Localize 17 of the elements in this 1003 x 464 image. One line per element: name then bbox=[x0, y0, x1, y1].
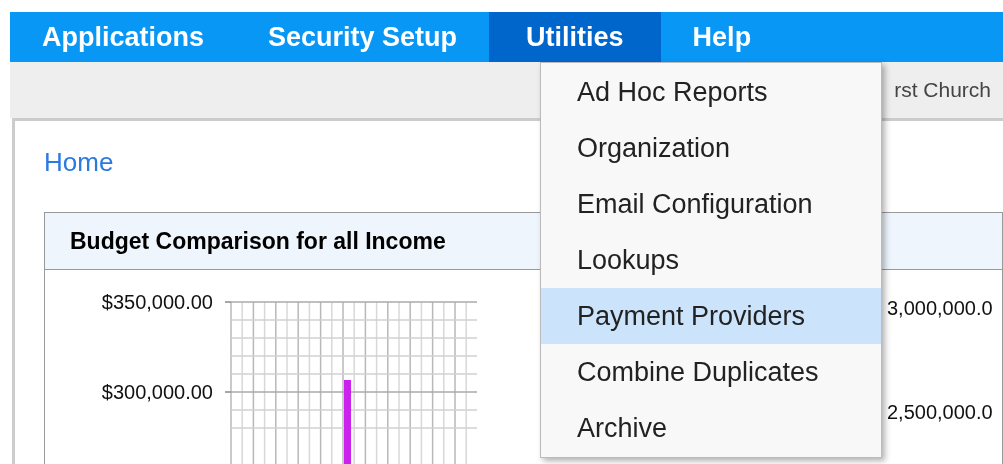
y-axis-label: 2,500,000.0 bbox=[887, 402, 993, 422]
menu-item[interactable]: Email Configuration bbox=[541, 176, 881, 232]
menu-item[interactable]: Ad Hoc Reports bbox=[541, 64, 881, 120]
card-title: Budget Comparison for all Income bbox=[70, 226, 446, 256]
tick-mark bbox=[224, 391, 232, 393]
home-link[interactable]: Home bbox=[44, 143, 114, 182]
menu-item[interactable]: Organization bbox=[541, 120, 881, 176]
y-axis-label: $350,000.00 bbox=[101, 291, 213, 313]
y-axis-label: $300,000.00 bbox=[101, 381, 213, 403]
tick-mark bbox=[224, 301, 232, 303]
menu-item[interactable]: Payment Providers bbox=[541, 288, 881, 344]
menu-item[interactable]: Lookups bbox=[541, 232, 881, 288]
menu-item[interactable]: Combine Duplicates bbox=[541, 344, 881, 400]
y-axis-label: 3,000,000.0 bbox=[887, 298, 993, 318]
nav-menu-item[interactable]: Utilities bbox=[489, 12, 661, 62]
organization-name: rst Church bbox=[894, 77, 991, 104]
menu-item[interactable]: Archive bbox=[541, 400, 881, 456]
